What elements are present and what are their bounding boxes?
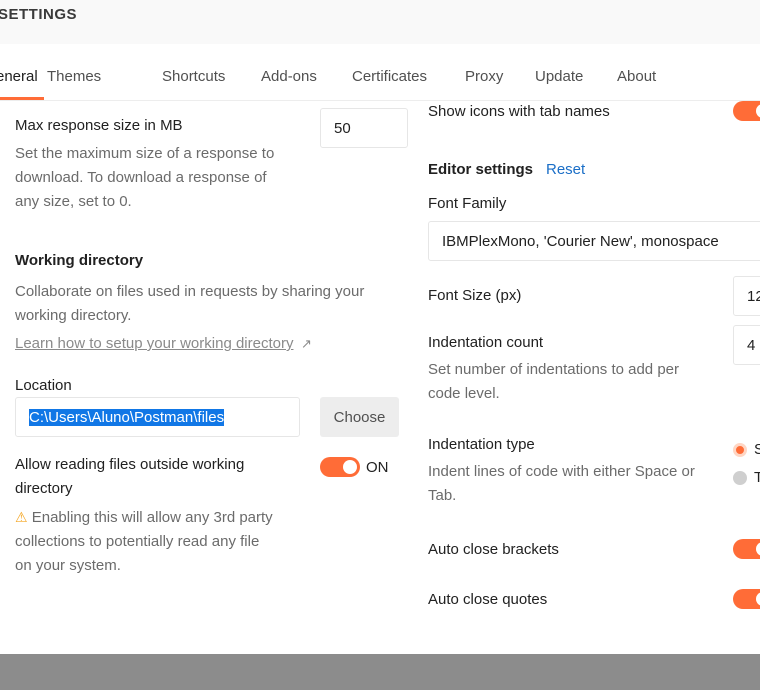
working-directory-description: Collaborate on files used in requests by… [15, 280, 405, 328]
indentation-type-desc-line: Tab. [428, 487, 457, 504]
indentation-count-description: Set number of indentations to add per co… [428, 358, 728, 406]
show-icons-label: Show icons with tab names [428, 103, 610, 120]
editor-settings-heading: Editor settings [428, 161, 534, 178]
tab-certificates[interactable]: Certificates [352, 68, 427, 85]
max-response-description: Set the maximum size of a response to do… [15, 142, 315, 214]
location-input[interactable]: C:\Users\Aluno\Postman\files [15, 397, 300, 437]
max-response-label: Max response size in MB [15, 117, 183, 134]
tab-shortcuts[interactable]: Shortcuts [162, 68, 225, 85]
font-size-label: Font Size (px) [428, 287, 522, 304]
settings-tabs: eneral Themes Shortcuts Add-ons Certific… [0, 44, 760, 101]
warning-text-line: on your system. [15, 557, 121, 574]
font-size-input[interactable]: 12 [733, 276, 760, 316]
allow-reading-warning: ⚠ Enabling this will allow any 3rd party… [15, 505, 315, 578]
location-value: C:\Users\Aluno\Postman\files [29, 408, 225, 426]
allow-reading-toggle-state: ON [366, 459, 389, 476]
font-family-input[interactable]: IBMPlexMono, 'Courier New', monospace [428, 221, 760, 261]
indentation-type-label: Indentation type [428, 436, 535, 453]
page-title: SETTINGS [0, 6, 78, 23]
tab-proxy[interactable]: Proxy [465, 68, 503, 85]
working-directory-desc-line: Collaborate on files used in requests by… [15, 283, 365, 300]
tab-add-ons[interactable]: Add-ons [261, 68, 317, 85]
indentation-count-desc-line: code level. [428, 385, 500, 402]
indent-space-radio[interactable] [733, 443, 747, 457]
indentation-type-description: Indent lines of code with either Space o… [428, 460, 728, 508]
warning-text-line: Enabling this will allow any 3rd party [27, 509, 273, 526]
tab-about[interactable]: About [617, 68, 656, 85]
allow-reading-label: Allow reading files outside working dire… [15, 456, 244, 497]
choose-button[interactable]: Choose [320, 397, 399, 437]
tab-general[interactable]: eneral [0, 68, 38, 85]
toggle-knob [343, 460, 357, 474]
auto-close-brackets-toggle[interactable] [733, 539, 760, 559]
active-tab-indicator [0, 97, 44, 100]
allow-reading-label-line: directory [15, 480, 73, 497]
toggle-knob [756, 104, 760, 118]
indentation-count-desc-line: Set number of indentations to add per [428, 361, 680, 378]
toggle-knob [756, 542, 760, 556]
working-directory-desc-line: working directory. [15, 307, 132, 324]
location-label: Location [15, 377, 72, 394]
allow-reading-toggle[interactable] [320, 457, 360, 477]
auto-close-quotes-toggle[interactable] [733, 589, 760, 609]
auto-close-quotes-label: Auto close quotes [428, 591, 548, 608]
indentation-count-label: Indentation count [428, 334, 544, 351]
working-directory-heading: Working directory [15, 252, 144, 269]
max-response-desc-line: download. To download a response of [15, 169, 267, 186]
allow-reading-label-line: Allow reading files outside working [15, 456, 245, 473]
tab-update[interactable]: Update [535, 68, 583, 85]
max-response-input[interactable]: 50 [320, 108, 408, 148]
learn-working-directory-link[interactable]: Learn how to setup your working director… [15, 335, 312, 353]
footer-backdrop [0, 654, 760, 690]
indent-space-option-label: S [754, 441, 760, 458]
indent-tab-radio[interactable] [733, 471, 747, 485]
font-family-label: Font Family [428, 195, 507, 212]
auto-close-brackets-label: Auto close brackets [428, 541, 559, 558]
editor-reset-link[interactable]: Reset [546, 161, 585, 178]
show-icons-toggle[interactable] [733, 101, 760, 121]
warning-icon: ⚠ [15, 509, 28, 525]
max-response-desc-line: Set the maximum size of a response to [15, 145, 275, 162]
indent-tab-option-label: T [754, 469, 760, 486]
indentation-type-desc-line: Indent lines of code with either Space o… [428, 463, 695, 480]
indentation-count-input[interactable]: 4 [733, 325, 760, 365]
max-response-desc-line: any size, set to 0. [15, 193, 132, 210]
settings-header: SETTINGS [0, 0, 760, 44]
tab-themes[interactable]: Themes [47, 68, 101, 85]
warning-text-line: collections to potentially read any file [15, 533, 260, 550]
learn-link-text[interactable]: Learn how to setup your working director… [15, 335, 293, 352]
toggle-knob [756, 592, 760, 606]
external-link-icon: ↗ [300, 336, 312, 351]
